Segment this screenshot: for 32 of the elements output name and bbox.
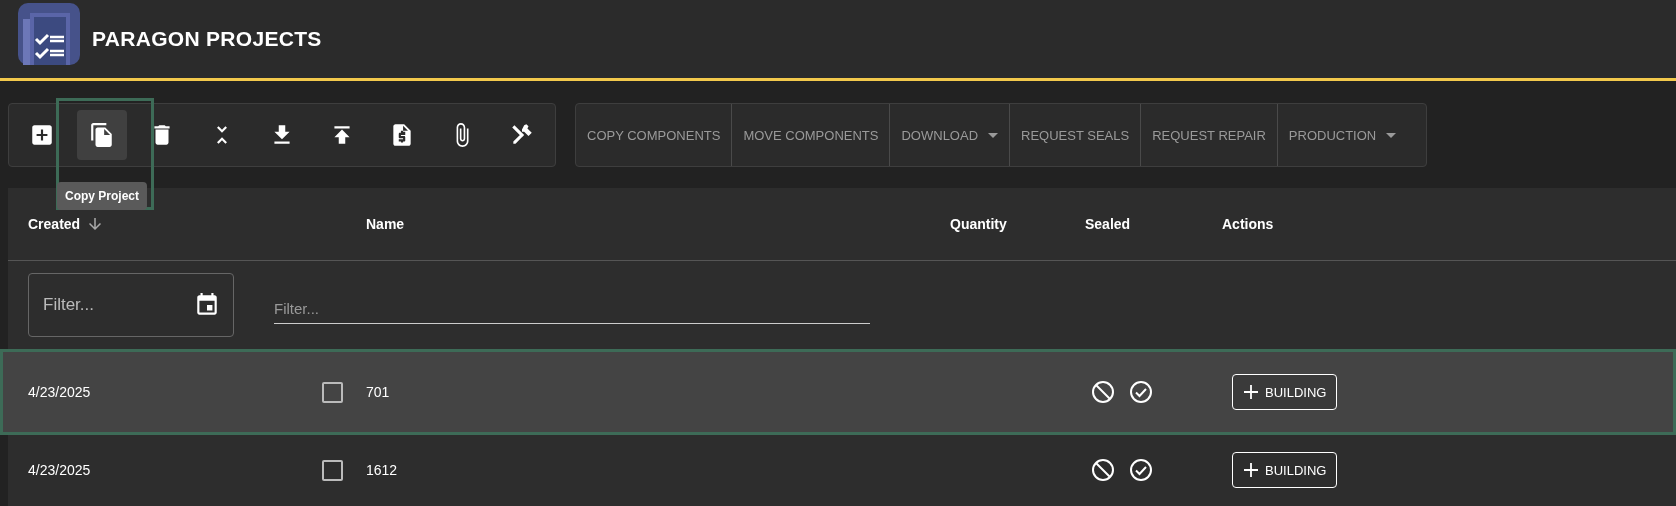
checkbox[interactable] (322, 459, 343, 481)
caret-icon (988, 132, 999, 138)
column-header[interactable]: Quantity (950, 216, 1007, 232)
caret-icon (1386, 132, 1397, 138)
ban-icon[interactable] (1091, 380, 1115, 404)
app-title: PARAGON PROJECTS (92, 27, 322, 51)
calendar-icon[interactable] (194, 292, 220, 318)
date-filter-field[interactable]: Filter... (28, 273, 234, 337)
add-building-button[interactable]: BUILDING (1232, 374, 1338, 410)
name-cell-text: 1612 (366, 462, 399, 478)
add-building-button[interactable]: BUILDING (1232, 452, 1338, 488)
check-circle-icon[interactable] (1129, 380, 1153, 404)
check-circle-icon[interactable] (1129, 458, 1153, 482)
ban-icon[interactable] (1091, 458, 1115, 482)
date-cell-text: 4/23/2025 (28, 462, 92, 478)
add-box-icon (29, 122, 55, 148)
checklist-logo-icon (18, 3, 80, 65)
plus-icon (1243, 384, 1259, 400)
name-cell-text: 701 (366, 384, 391, 400)
name-filter-field[interactable]: Filter... (274, 294, 870, 324)
column-header[interactable]: Actions (1222, 216, 1274, 232)
checkbox[interactable] (322, 381, 343, 403)
tooltip: Copy Project (57, 182, 147, 210)
toolbar-button[interactable] (77, 110, 127, 160)
plus-icon (1243, 462, 1259, 478)
date-cell-text: 4/23/2025 (28, 384, 92, 400)
column-header[interactable]: Created (28, 215, 105, 233)
table-row[interactable]: 4/23/2025 1612 BUILDING (8, 435, 1676, 505)
copy-icon (89, 122, 115, 148)
table-row[interactable]: 4/23/2025 701 BUILDING (0, 349, 1676, 435)
column-header[interactable]: Sealed (1085, 216, 1131, 232)
column-header[interactable]: Name (366, 216, 405, 232)
